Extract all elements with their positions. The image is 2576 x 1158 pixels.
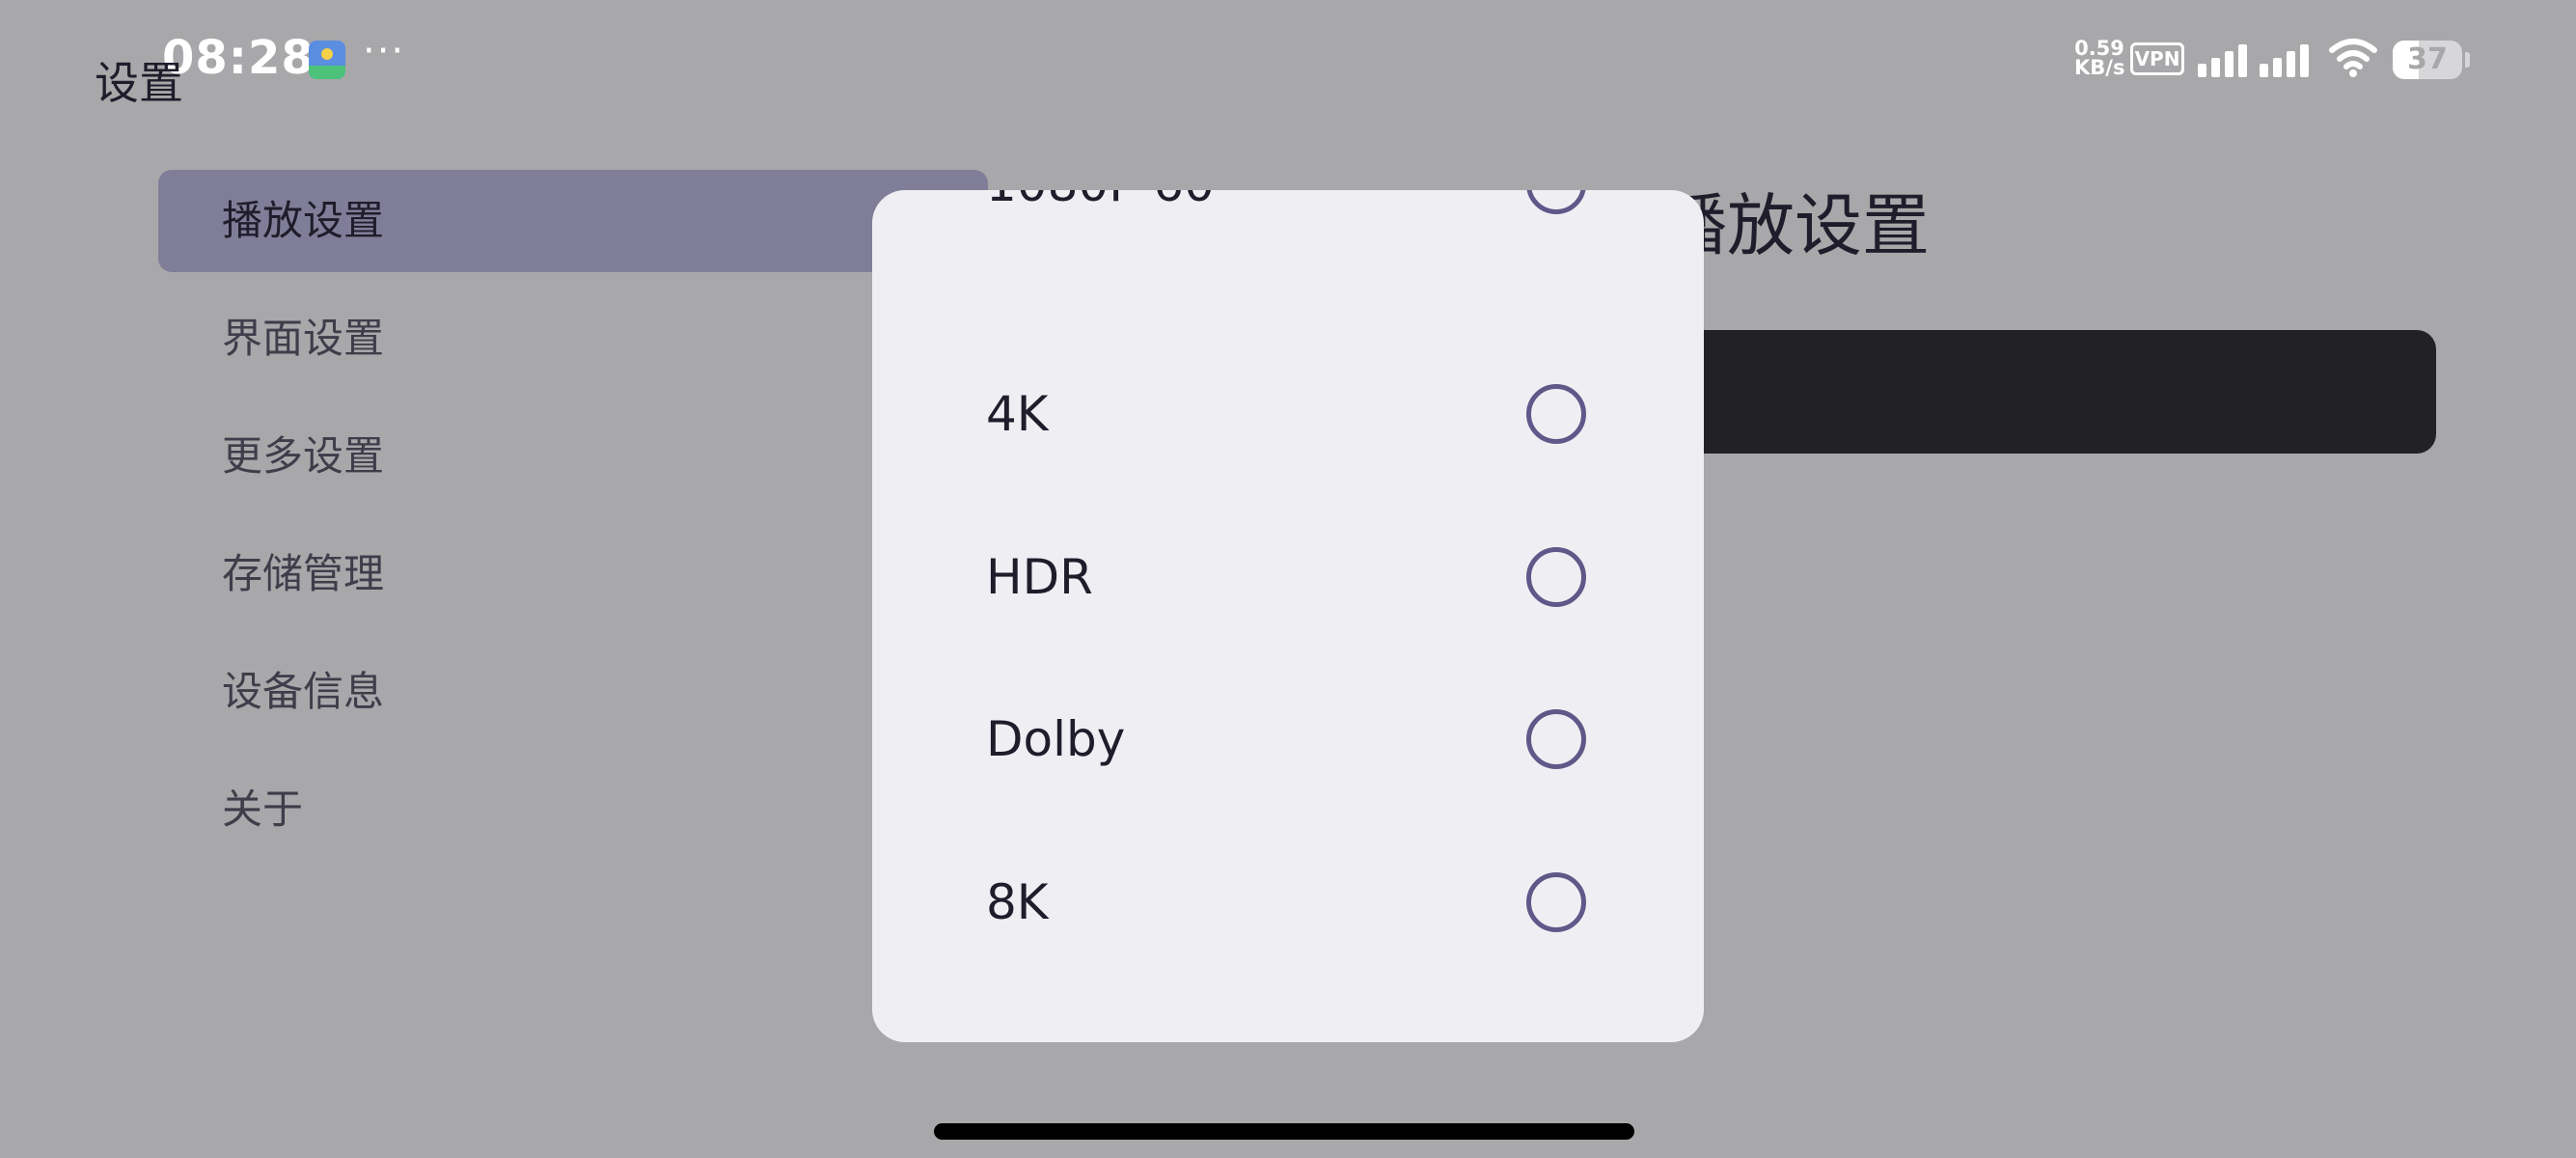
battery-tip	[2465, 52, 2470, 68]
option-8k[interactable]: 8K	[872, 821, 1704, 983]
option-hdr[interactable]: HDR	[872, 496, 1704, 658]
option-label: 4K	[986, 386, 1049, 442]
sidebar-item-playback[interactable]: 播放设置	[158, 170, 988, 272]
setting-field[interactable]	[1640, 330, 2436, 454]
option-picker-dialog: 1080P 60 4K HDR Dolby 8K	[872, 190, 1704, 1042]
battery-icon: 37	[2393, 41, 2462, 79]
option-label: HDR	[986, 549, 1093, 605]
more-notifications-icon: ···	[363, 29, 406, 73]
signal-strength-icon	[2198, 42, 2260, 77]
page-title: 设置	[95, 57, 183, 109]
status-bar: 08:28 ··· 0.59 KB/s VPN 37	[0, 0, 2576, 116]
option-label: Dolby	[986, 711, 1126, 767]
radio-button[interactable]	[1526, 709, 1586, 769]
vpn-badge: VPN	[2130, 42, 2184, 75]
app-notification-icon	[309, 41, 345, 79]
signal-strength-secondary-icon	[2260, 42, 2321, 77]
network-speed-unit: KB/s	[2074, 56, 2125, 79]
option-label: 8K	[986, 874, 1049, 930]
network-speed-value: 0.59	[2074, 37, 2124, 60]
sidebar-item-storage[interactable]: 存储管理	[158, 523, 988, 625]
network-speed: 0.59 KB/s	[2074, 37, 2125, 79]
radio-button[interactable]	[1526, 384, 1586, 444]
home-indicator[interactable]	[934, 1123, 1634, 1140]
option-4k[interactable]: 4K	[872, 333, 1704, 495]
sidebar-item-more[interactable]: 更多设置	[158, 405, 988, 508]
sidebar-item-interface[interactable]: 界面设置	[158, 288, 988, 390]
radio-button[interactable]	[1526, 547, 1586, 607]
sidebar-item-about[interactable]: 关于	[158, 758, 988, 861]
option-1080p60[interactable]: 1080P 60	[872, 190, 1704, 265]
battery-percent: 37	[2407, 42, 2448, 76]
sidebar-item-device-info[interactable]: 设备信息	[158, 641, 988, 743]
option-dolby[interactable]: Dolby	[872, 658, 1704, 820]
radio-button[interactable]	[1526, 190, 1586, 214]
status-time: 08:28	[162, 31, 315, 85]
radio-button[interactable]	[1526, 872, 1586, 932]
wifi-icon	[2329, 39, 2377, 77]
option-label: 1080P 60	[986, 190, 1215, 265]
